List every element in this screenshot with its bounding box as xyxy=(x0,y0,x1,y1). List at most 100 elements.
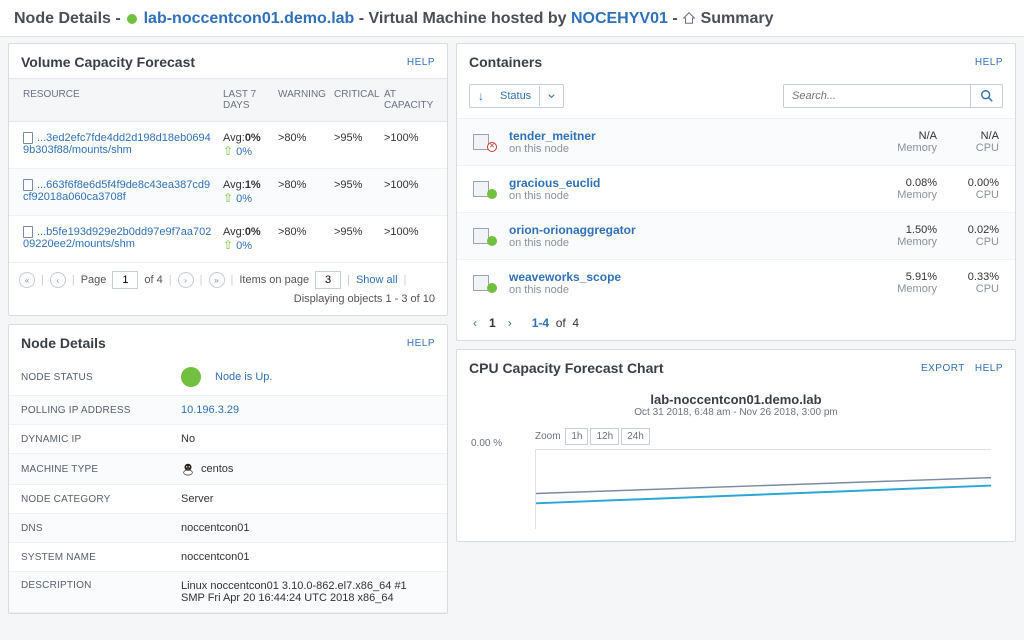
containers-search xyxy=(783,84,1003,108)
status-up-icon xyxy=(181,367,201,387)
chart-plot-area[interactable] xyxy=(535,449,991,529)
container-row[interactable]: tender_meitneron this node N/AMemory N/A… xyxy=(457,118,1015,165)
pager-last-button[interactable]: » xyxy=(209,272,225,288)
container-icon xyxy=(473,228,501,244)
items-on-page-label: Items on page xyxy=(239,274,309,286)
status-down-icon xyxy=(487,142,497,152)
container-icon xyxy=(473,275,501,291)
status-up-icon xyxy=(487,283,497,293)
hypervisor-link[interactable]: NOCEHYV01 xyxy=(571,10,668,27)
search-input[interactable] xyxy=(784,85,970,107)
description-row: DESCRIPTION Linux noccentcon01 3.10.0-86… xyxy=(9,572,447,613)
disk-icon xyxy=(23,179,33,191)
container-name-link[interactable]: orion-orionaggregator xyxy=(509,223,875,237)
col-warning: WARNING xyxy=(274,87,330,113)
pager-prev-button[interactable]: ‹ xyxy=(50,272,66,288)
node-details-help-link[interactable]: HELP xyxy=(407,338,435,349)
title-mid: - Virtual Machine hosted by xyxy=(359,10,571,27)
cpu-chart-panel-title: CPU Capacity Forecast Chart xyxy=(469,360,664,376)
zoom-1h-button[interactable]: 1h xyxy=(565,428,588,445)
volume-capacity-panel: Volume Capacity Forecast HELP RESOURCE L… xyxy=(8,43,448,316)
zoom-24h-button[interactable]: 24h xyxy=(621,428,650,445)
node-status-row: NODE STATUS Node is Up. xyxy=(9,359,447,396)
pager-first-button[interactable]: « xyxy=(19,272,35,288)
export-link[interactable]: EXPORT xyxy=(921,363,965,374)
system-name-row: SYSTEM NAME noccentcon01 xyxy=(9,543,447,572)
pager-of-label: of 4 xyxy=(144,274,162,286)
trend-up-icon: ⇧ xyxy=(223,144,233,158)
page-next-button[interactable]: › xyxy=(508,316,512,330)
linux-icon xyxy=(181,462,195,476)
pager-page-input[interactable] xyxy=(112,271,138,289)
node-details-title: Node Details xyxy=(21,335,106,351)
status-dropdown-toggle[interactable] xyxy=(539,86,563,106)
container-icon xyxy=(473,181,501,197)
containers-help-link[interactable]: HELP xyxy=(975,57,1003,68)
disk-icon xyxy=(23,226,33,238)
polling-ip-value[interactable]: 10.196.3.29 xyxy=(181,404,239,416)
chevron-down-icon xyxy=(548,91,555,101)
container-name-link[interactable]: tender_meitner xyxy=(509,129,875,143)
status-up-icon xyxy=(487,189,497,199)
node-details-panel: Node Details HELP NODE STATUS Node is Up… xyxy=(8,324,448,614)
col-atcapacity: AT CAPACITY xyxy=(380,87,435,113)
search-icon xyxy=(980,89,994,103)
volume-help-link[interactable]: HELP xyxy=(407,57,435,68)
home-icon xyxy=(682,11,696,25)
status-up-icon xyxy=(487,236,497,246)
dns-row: DNS noccentcon01 xyxy=(9,514,447,543)
machine-type-row: MACHINE TYPE centos xyxy=(9,454,447,485)
show-all-link[interactable]: Show all xyxy=(356,274,398,286)
zoom-12h-button[interactable]: 12h xyxy=(590,428,619,445)
page-title: Node Details - lab-noccentcon01.demo.lab… xyxy=(0,0,1024,37)
status-dot-icon xyxy=(127,14,137,24)
cpu-chart-panel: CPU Capacity Forecast Chart EXPORT HELP … xyxy=(456,349,1016,542)
dynamic-ip-row: DYNAMIC IP No xyxy=(9,425,447,454)
volume-table-header: RESOURCE LAST 7 DAYS WARNING CRITICAL AT… xyxy=(9,78,447,122)
cpu-chart: lab-noccentcon01.demo.lab Oct 31 2018, 6… xyxy=(457,384,1015,541)
chart-title: lab-noccentcon01.demo.lab xyxy=(471,392,1001,407)
items-on-page-input[interactable] xyxy=(315,271,341,289)
page-prev-button[interactable]: ‹ xyxy=(473,316,477,330)
status-btn-label: Status xyxy=(492,85,539,107)
cpu-chart-help-link[interactable]: HELP xyxy=(975,363,1003,374)
container-icon xyxy=(473,134,501,150)
summary-label: Summary xyxy=(701,10,774,27)
volume-row[interactable]: ...663f6f8e6d5f4f9de8c43ea387cd9cf92018a… xyxy=(9,169,447,216)
volume-row[interactable]: ...3ed2efc7fde4dd2d198d18eb06949b303f88/… xyxy=(9,122,447,169)
col-last7: LAST 7 DAYS xyxy=(219,87,274,113)
series-avg-cpu xyxy=(536,478,991,494)
container-row[interactable]: gracious_euclidon this node 0.08%Memory … xyxy=(457,165,1015,212)
status-sort-button[interactable]: ↓ Status xyxy=(469,84,564,108)
node-status-value[interactable]: Node is Up. xyxy=(215,371,272,383)
containers-title: Containers xyxy=(469,54,542,70)
col-resource: RESOURCE xyxy=(19,87,219,113)
title-suffix: - xyxy=(672,10,682,27)
volume-pager: « | ‹ | Page of 4 | › | » | Items on pag… xyxy=(9,263,447,291)
chart-subtitle: Oct 31 2018, 6:48 am - Nov 26 2018, 3:00… xyxy=(471,407,1001,418)
pager-next-button[interactable]: › xyxy=(178,272,194,288)
containers-panel: Containers HELP ↓ Status xyxy=(456,43,1016,341)
container-row[interactable]: orion-orionaggregatoron this node 1.50%M… xyxy=(457,212,1015,259)
volume-row[interactable]: ...b5fe193d929e2b0dd97e9f7aa70209220ee2/… xyxy=(9,216,447,263)
col-critical: CRITICAL xyxy=(330,87,380,113)
zoom-label: Zoom xyxy=(535,431,561,442)
trend-up-icon: ⇧ xyxy=(223,191,233,205)
volume-name[interactable]: ...b5fe193d929e2b0dd97e9f7aa70209220ee2/… xyxy=(23,226,211,250)
container-name-link[interactable]: weaveworks_scope xyxy=(509,270,875,284)
current-page: 1 xyxy=(489,316,496,330)
polling-ip-row: POLLING IP ADDRESS 10.196.3.29 xyxy=(9,396,447,425)
pager-page-label: Page xyxy=(81,274,107,286)
container-row[interactable]: weaveworks_scopeon this node 5.91%Memory… xyxy=(457,259,1015,306)
sort-direction-icon[interactable]: ↓ xyxy=(470,89,492,103)
y-axis-label: 0.00 % xyxy=(471,438,502,449)
volume-pager-footer: Displaying objects 1 - 3 of 10 xyxy=(9,291,447,315)
disk-icon xyxy=(23,132,33,144)
node-hostname-link[interactable]: lab-noccentcon01.demo.lab xyxy=(144,10,355,27)
series-forecast-cpu xyxy=(536,486,991,504)
volume-name[interactable]: ...663f6f8e6d5f4f9de8c43ea387cd9cf92018a… xyxy=(23,179,210,203)
volume-name[interactable]: ...3ed2efc7fde4dd2d198d18eb06949b303f88/… xyxy=(23,132,211,156)
container-name-link[interactable]: gracious_euclid xyxy=(509,176,875,190)
title-prefix: Node Details - xyxy=(14,10,125,27)
search-button[interactable] xyxy=(970,85,1002,107)
